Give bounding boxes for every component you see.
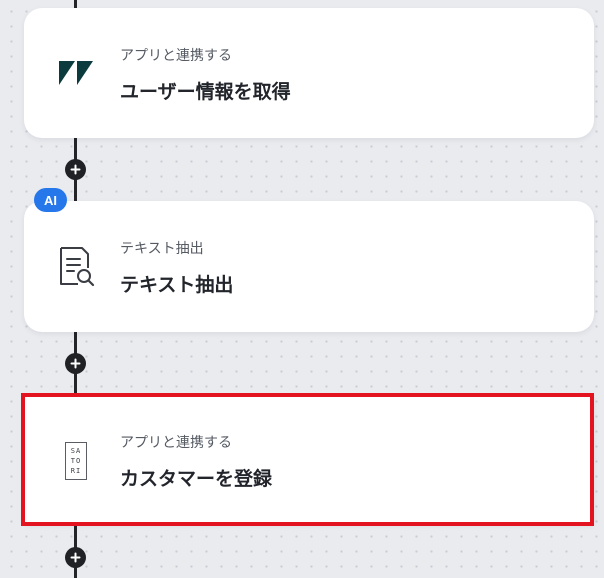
document-search-icon	[54, 245, 98, 289]
step-subtitle: アプリと連携する	[120, 435, 232, 451]
add-step-button[interactable]	[65, 547, 86, 568]
plus-icon	[70, 552, 81, 563]
satori-logo-text: TO	[70, 457, 82, 465]
flow-step-card-get-user-info[interactable]: アプリと連携する ユーザー情報を取得	[24, 8, 594, 138]
ai-badge: AI	[34, 188, 67, 212]
zendesk-logo-icon	[54, 51, 98, 95]
step-title: カスタマーを登録	[120, 468, 273, 490]
step-subtitle: テキスト抽出	[120, 241, 204, 257]
flow-step-card-register-customer[interactable]: SA TO RI アプリと連携する カスタマーを登録	[24, 396, 594, 524]
plus-icon	[70, 358, 81, 369]
add-step-button[interactable]	[65, 353, 86, 374]
step-title: テキスト抽出	[120, 274, 234, 296]
add-step-button[interactable]	[65, 159, 86, 180]
flow-step-card-text-extraction[interactable]: AI テキスト抽出 テキスト抽出	[24, 188, 594, 332]
step-title: ユーザー情報を取得	[120, 81, 291, 103]
step-subtitle: アプリと連携する	[120, 48, 232, 64]
plus-icon	[70, 164, 81, 175]
satori-logo-text: SA	[70, 447, 82, 455]
satori-logo-text: RI	[70, 467, 82, 475]
satori-logo-icon: SA TO RI	[54, 439, 98, 483]
